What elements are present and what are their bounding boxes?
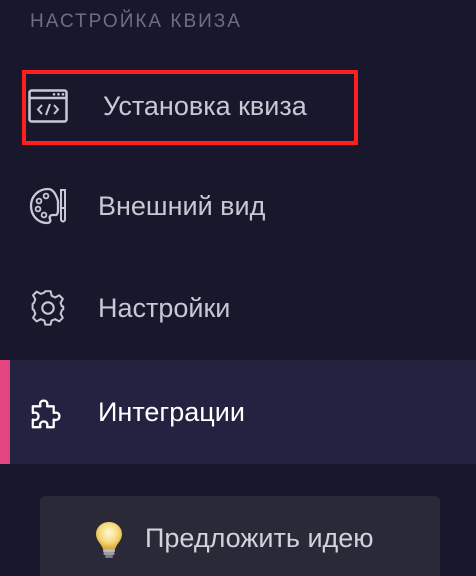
sidebar: НАСТРОЙКА КВИЗА Установка квиза Внешний … (0, 0, 476, 576)
sidebar-item-label: Интеграции (98, 396, 245, 427)
sidebar-item-settings[interactable]: Настройки (0, 256, 476, 360)
sidebar-item-label: Настройки (98, 292, 231, 323)
code-window-icon (28, 86, 68, 126)
active-indicator (0, 360, 10, 464)
sidebar-item-label: Установка квиза (103, 90, 307, 121)
lightbulb-icon (92, 520, 126, 560)
sidebar-item-label: Внешний вид (98, 190, 266, 221)
suggest-idea-label: Предложить идею (145, 523, 374, 553)
palette-icon (28, 186, 68, 226)
sidebar-item-install-quiz[interactable]: Установка квиза (0, 54, 476, 158)
sidebar-item-appearance[interactable]: Внешний вид (0, 154, 476, 258)
gear-icon (28, 288, 68, 328)
sidebar-item-integrations[interactable]: Интеграции (0, 360, 476, 464)
suggest-idea-button[interactable]: Предложить идею (40, 496, 440, 576)
puzzle-icon (28, 392, 68, 432)
section-title: НАСТРОЙКА КВИЗА (30, 11, 242, 32)
